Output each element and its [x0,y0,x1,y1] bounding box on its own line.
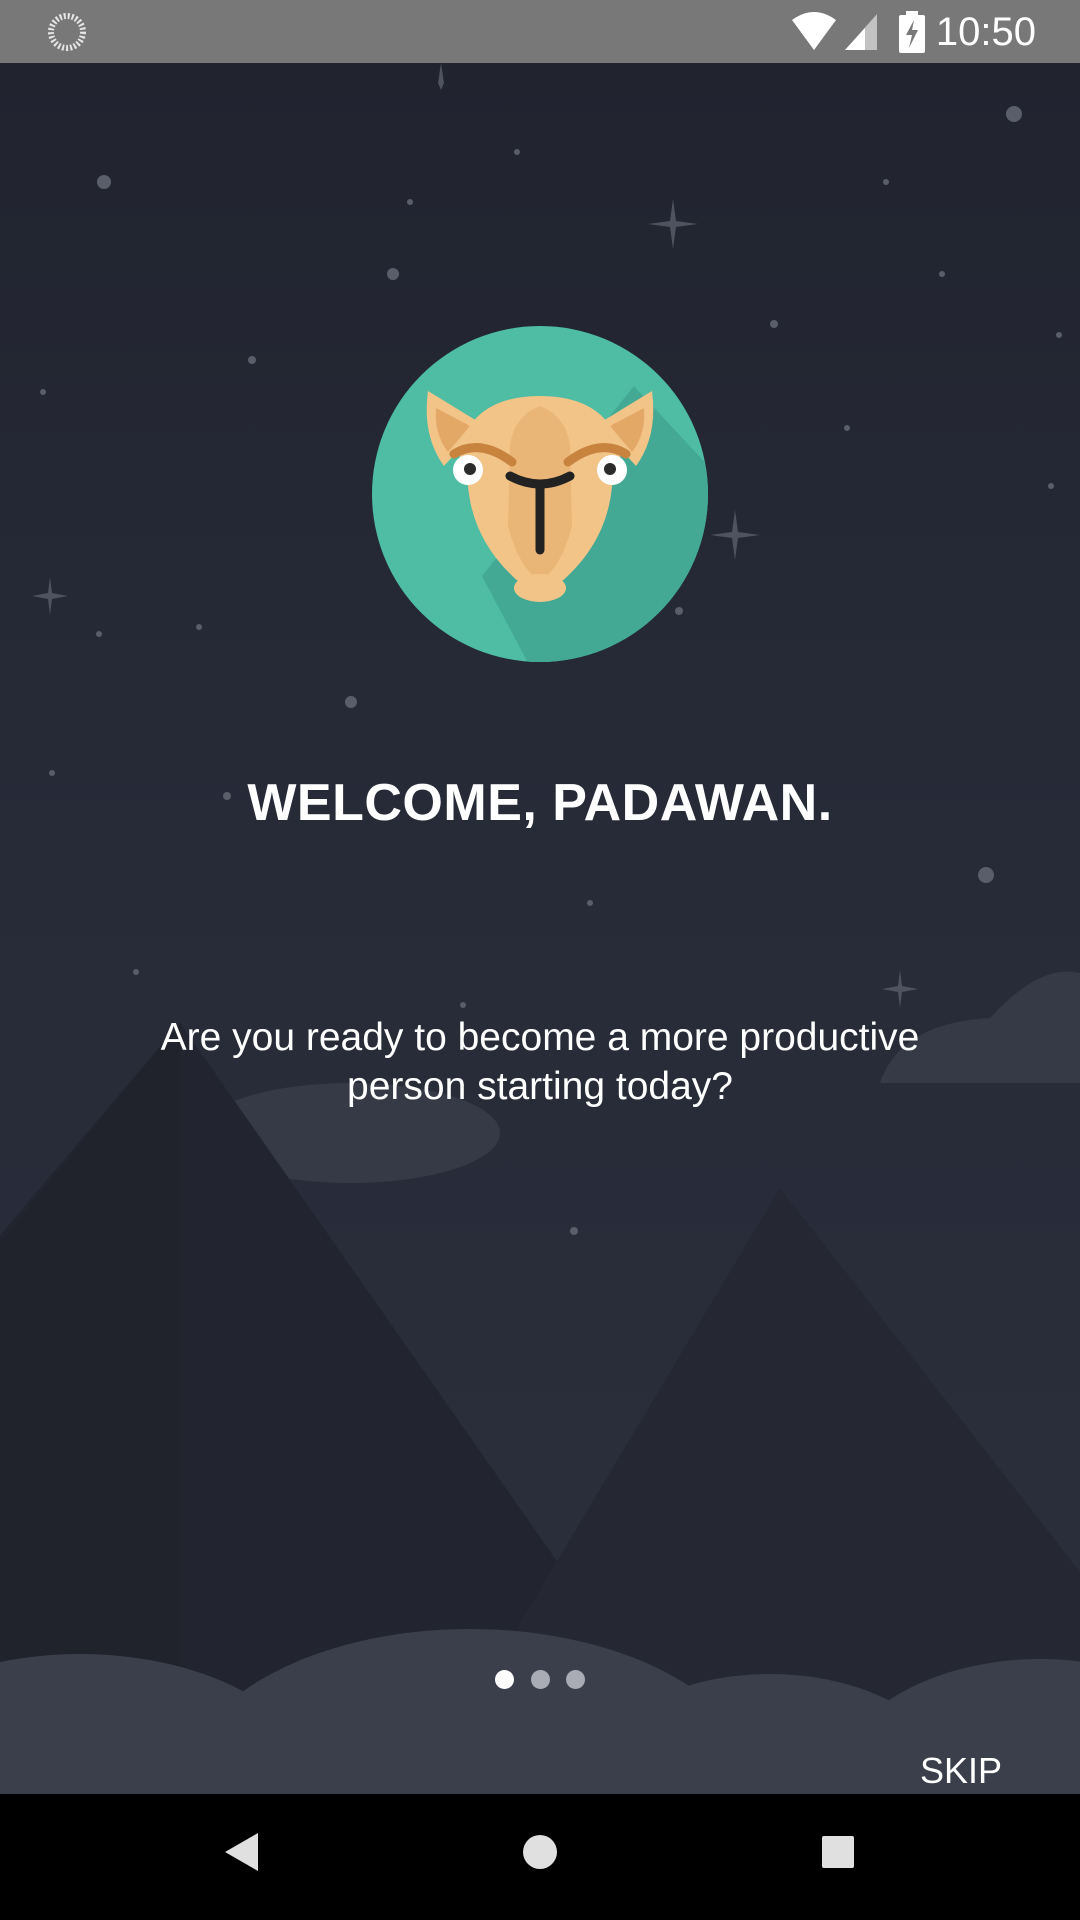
recents-icon[interactable] [818,1830,858,1874]
back-icon[interactable] [222,1830,262,1874]
welcome-title: WELCOME, PADAWAN. [247,774,833,832]
page-dot [530,1670,550,1689]
page-dot-active [495,1670,515,1689]
wifi-icon [792,12,836,50]
status-bar: 10:50 [0,0,1080,63]
home-icon[interactable] [520,1830,560,1874]
camel-logo-icon [372,326,708,662]
loading-icon [48,13,86,51]
onboarding-screen: 10:50 WELCOME, PADAWAN. Are you ready to… [0,0,1080,1920]
status-clock: 10:50 [935,10,1036,54]
navigation-bar [0,1794,1080,1920]
page-dot [565,1670,585,1689]
night-desert-background [0,63,1080,1794]
welcome-subtitle: Are you ready to become a more productiv… [160,1016,920,1108]
skip-button[interactable]: SKIP [920,1746,1002,1794]
onboarding-page[interactable]: WELCOME, PADAWAN. Are you ready to becom… [0,63,1080,1794]
page-indicator [0,1670,1080,1694]
battery-charging-icon [899,11,925,53]
signal-icon [845,14,877,50]
